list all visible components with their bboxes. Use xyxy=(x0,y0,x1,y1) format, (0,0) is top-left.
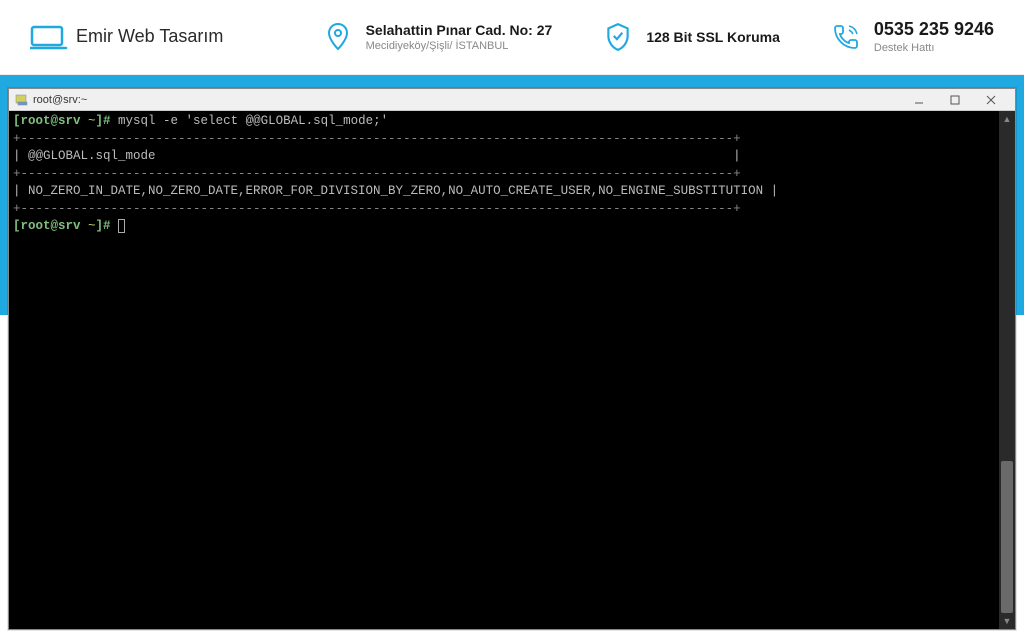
shield-check-icon xyxy=(602,21,634,53)
phone-block[interactable]: 0535 235 9246 Destek Hattı xyxy=(830,18,994,56)
maximize-button[interactable] xyxy=(937,90,973,110)
terminal-output: [root@srv ~]# mysql -e 'select @@GLOBAL.… xyxy=(9,111,999,629)
address-subtitle: Mecidiyeköy/Şişli/ İSTANBUL xyxy=(366,39,553,53)
address-block: Selahattin Pınar Cad. No: 27 Mecidiyeköy… xyxy=(322,21,553,53)
scrollbar-up-icon[interactable]: ▲ xyxy=(999,111,1015,127)
terminal-scrollbar[interactable]: ▲ ▼ xyxy=(999,111,1015,629)
ssl-title: 128 Bit SSL Koruma xyxy=(646,28,780,46)
terminal-titlebar[interactable]: root@srv:~ xyxy=(9,89,1015,111)
address-title: Selahattin Pınar Cad. No: 27 xyxy=(366,21,553,39)
location-pin-icon xyxy=(322,21,354,53)
close-button[interactable] xyxy=(973,90,1009,110)
cursor xyxy=(118,219,125,233)
scrollbar-thumb[interactable] xyxy=(1001,461,1013,613)
logo-icon xyxy=(30,22,68,52)
phone-subtitle: Destek Hattı xyxy=(874,41,994,55)
minimize-button[interactable] xyxy=(901,90,937,110)
scrollbar-down-icon[interactable]: ▼ xyxy=(999,613,1015,629)
terminal-title: root@srv:~ xyxy=(33,94,901,106)
logo[interactable]: Emir Web Tasarım xyxy=(30,22,223,52)
terminal-window: root@srv:~ [root@srv ~]# mysql -e 'selec… xyxy=(8,88,1016,630)
phone-icon xyxy=(830,21,862,53)
phone-number: 0535 235 9246 xyxy=(874,18,994,41)
logo-text: Emir Web Tasarım xyxy=(76,26,223,47)
putty-icon xyxy=(15,93,29,107)
ssl-block: 128 Bit SSL Koruma xyxy=(602,21,780,53)
terminal-body[interactable]: [root@srv ~]# mysql -e 'select @@GLOBAL.… xyxy=(9,111,1015,629)
page-header: Emir Web Tasarım Selahattin Pınar Cad. N… xyxy=(0,0,1024,75)
